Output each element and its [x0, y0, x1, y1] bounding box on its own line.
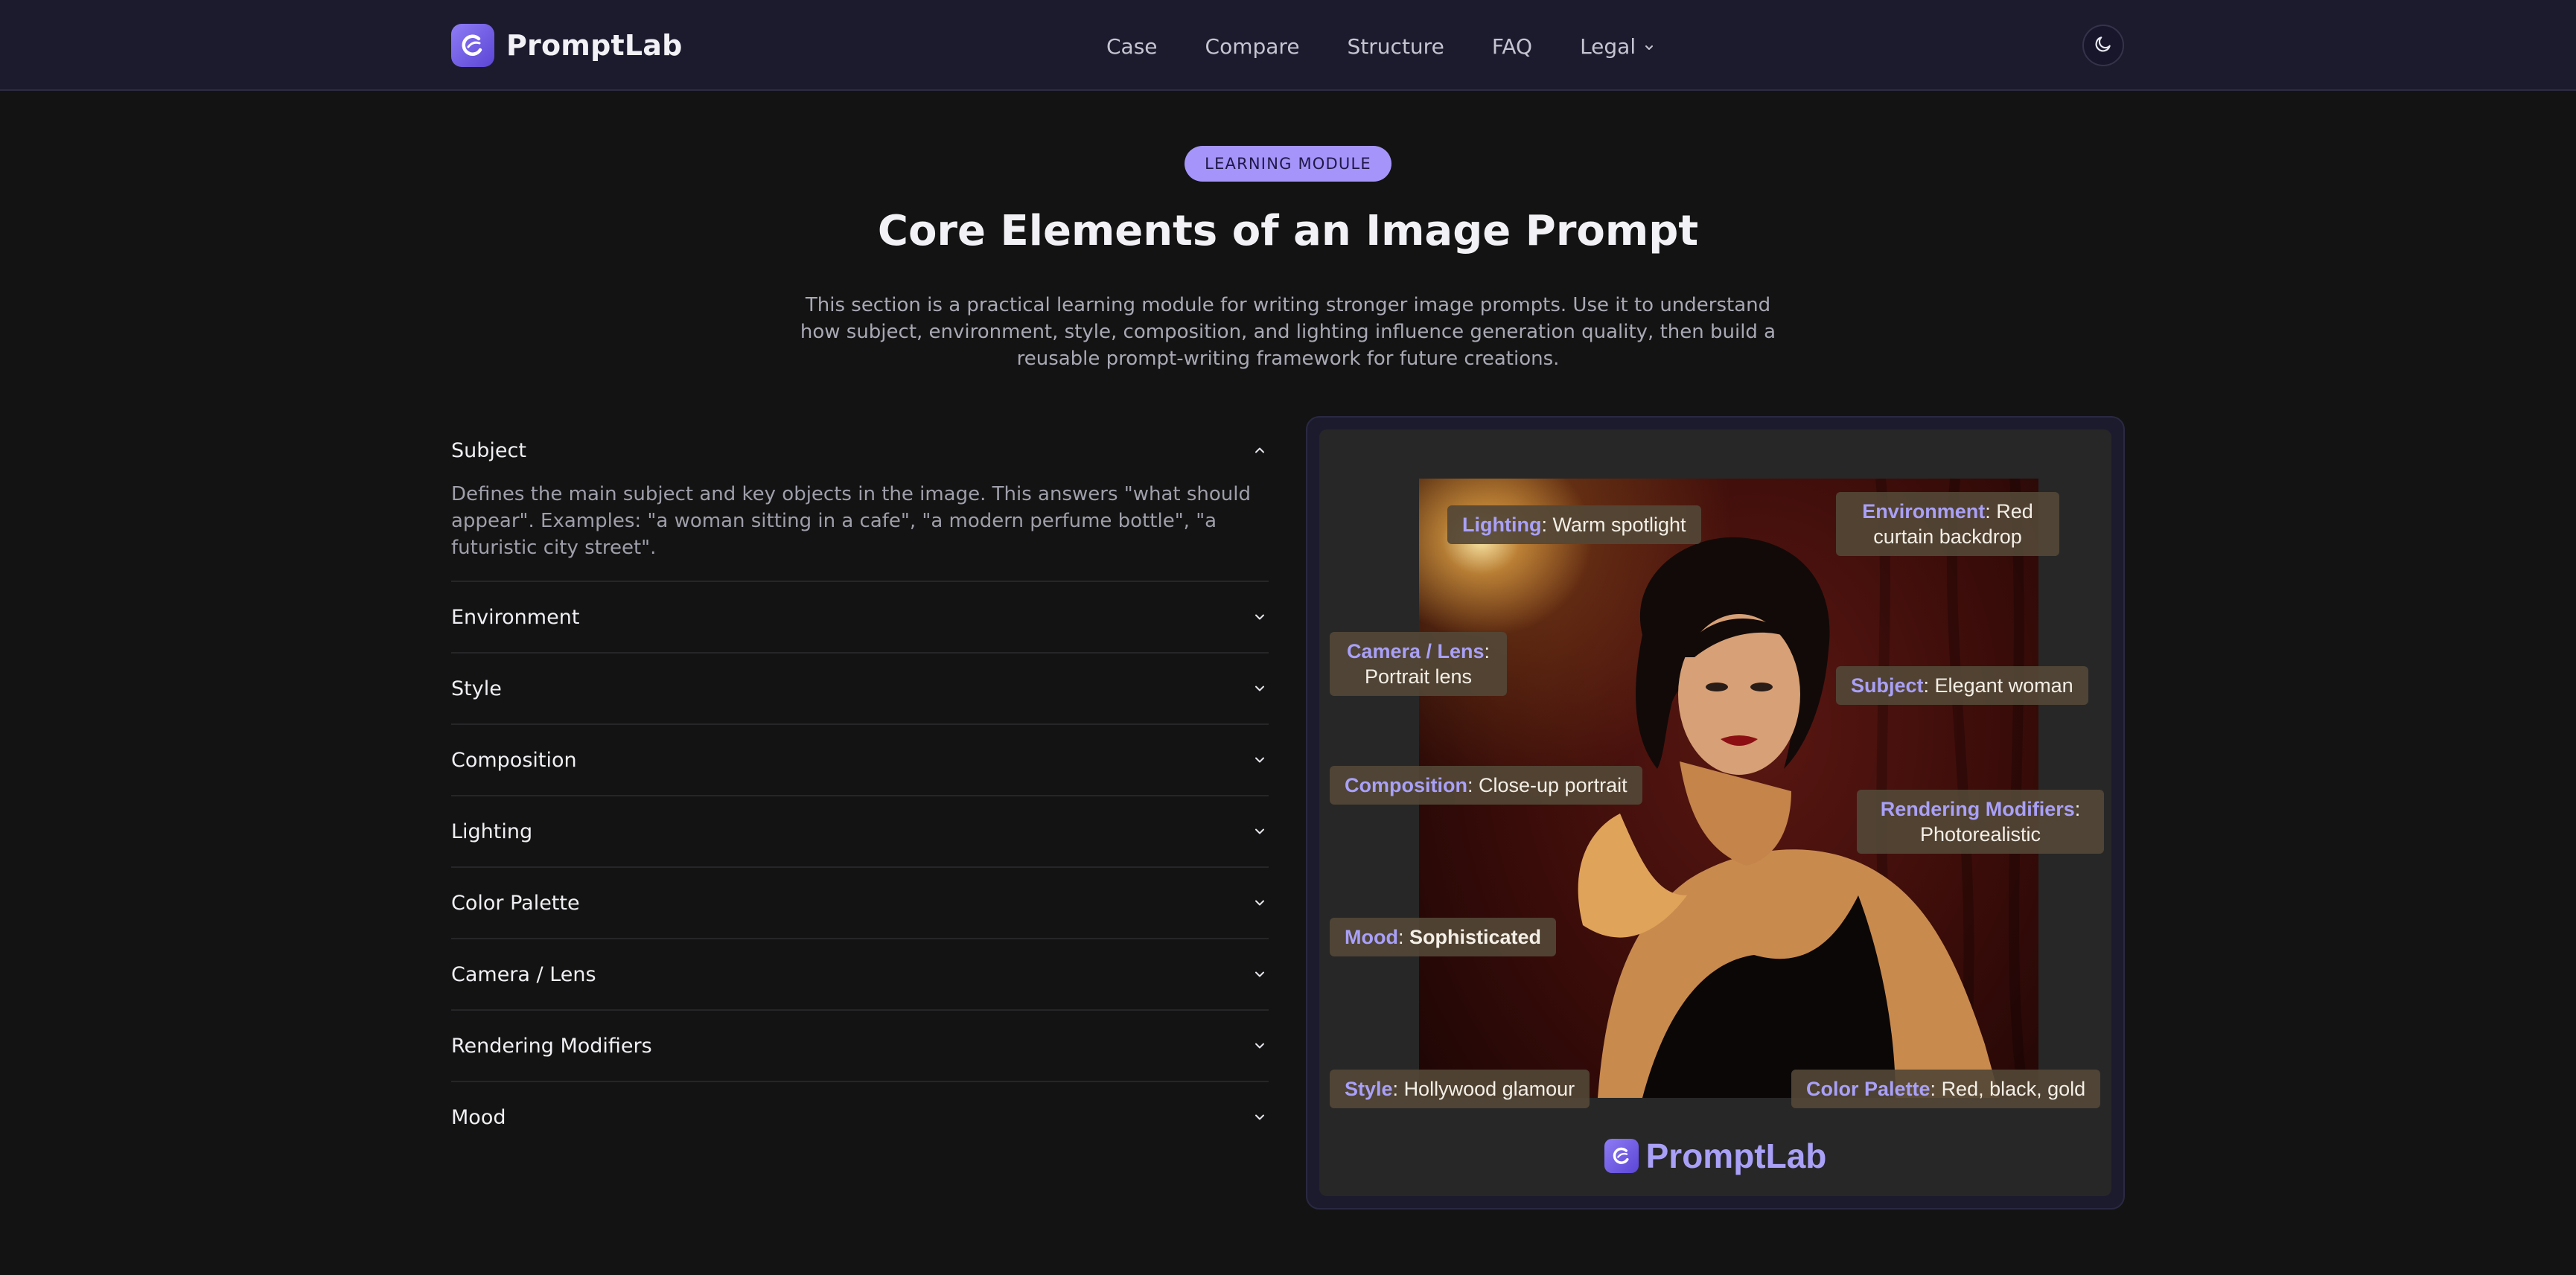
accordion-item-composition: Composition [451, 725, 1269, 796]
watermark-logo: PromptLab [1319, 1134, 2111, 1178]
accordion-title: Camera / Lens [451, 962, 596, 986]
accordion-header-color-palette[interactable]: Color Palette [451, 868, 1269, 938]
top-navbar: PromptLab Case Compare Structure FAQ Leg… [0, 0, 2576, 91]
tag-value: Hollywood glamour [1403, 1078, 1575, 1100]
chevron-down-icon [1251, 1108, 1269, 1126]
accordion-title: Composition [451, 748, 577, 772]
chevron-down-icon [1251, 1037, 1269, 1055]
tag-key: Composition [1345, 774, 1467, 796]
tag-color-palette: Color Palette: Red, black, gold [1791, 1070, 2101, 1108]
annotated-image-canvas: Lighting: Warm spotlight Environment: Re… [1319, 429, 2111, 1196]
tag-value: Red [1996, 500, 2033, 523]
accordion-title: Rendering Modifiers [451, 1034, 652, 1058]
accordion-body-subject: Defines the main subject and key objects… [451, 483, 1251, 559]
chevron-down-icon [1251, 751, 1269, 769]
moon-icon [2094, 34, 2113, 57]
prompt-elements-accordion: Subject Defines the main subject and key… [451, 417, 1269, 1152]
accordion-title: Mood [451, 1105, 506, 1129]
chevron-down-icon [1643, 34, 1655, 59]
tag-environment: Environment: Red curtain backdrop [1836, 492, 2059, 556]
accordion-title: Subject [451, 438, 526, 462]
main-nav: Case Compare Structure FAQ Legal [1106, 30, 1655, 63]
accordion-item-rendering-modifiers: Rendering Modifiers [451, 1011, 1269, 1082]
nav-link-legal-dropdown[interactable]: Legal [1580, 34, 1655, 59]
chevron-up-icon [1251, 441, 1269, 459]
promptlab-logo-icon [1604, 1139, 1639, 1173]
accordion-title: Style [451, 677, 502, 700]
tag-value: curtain backdrop [1873, 525, 2022, 548]
accordion-item-camera-lens: Camera / Lens [451, 939, 1269, 1011]
tag-key: Color Palette [1806, 1078, 1931, 1100]
accordion-item-color-palette: Color Palette [451, 868, 1269, 939]
promptlab-logo-icon [451, 24, 494, 67]
accordion-header-mood[interactable]: Mood [451, 1082, 1269, 1152]
accordion-item-mood: Mood [451, 1082, 1269, 1152]
accordion-item-lighting: Lighting [451, 796, 1269, 868]
chevron-down-icon [1251, 894, 1269, 912]
tag-key: Style [1345, 1078, 1393, 1100]
nav-link-faq[interactable]: FAQ [1492, 34, 1532, 59]
watermark-text: PromptLab [1645, 1137, 1827, 1175]
annotated-preview-panel: Lighting: Warm spotlight Environment: Re… [1306, 416, 2125, 1210]
tag-subject: Subject: Elegant woman [1836, 666, 2088, 705]
nav-link-compare[interactable]: Compare [1205, 34, 1300, 59]
tag-composition: Composition: Close-up portrait [1330, 766, 1642, 805]
nav-link-legal-label: Legal [1580, 33, 1636, 59]
accordion-item-subject: Subject Defines the main subject and key… [451, 417, 1269, 582]
chevron-down-icon [1251, 608, 1269, 626]
accordion-title: Environment [451, 605, 580, 629]
tag-key: Mood [1345, 926, 1398, 948]
tag-camera-lens: Camera / Lens: Portrait lens [1330, 632, 1507, 696]
accordion-header-subject[interactable]: Subject [451, 417, 1269, 484]
tag-key: Rendering Modifiers [1880, 798, 2075, 820]
tag-value: Red, black, gold [1941, 1078, 2086, 1100]
nav-link-structure[interactable]: Structure [1348, 34, 1444, 59]
tag-key: Environment [1862, 500, 1986, 523]
tag-value: Photorealistic [1919, 823, 2041, 846]
page-title: Core Elements of an Image Prompt [877, 207, 1699, 255]
accordion-title: Color Palette [451, 891, 580, 915]
accordion-header-lighting[interactable]: Lighting [451, 796, 1269, 866]
accordion-header-rendering-modifiers[interactable]: Rendering Modifiers [451, 1011, 1269, 1081]
chevron-down-icon [1251, 822, 1269, 840]
tag-key: Lighting [1462, 514, 1542, 536]
tag-lighting: Lighting: Warm spotlight [1447, 505, 1701, 544]
tag-rendering-modifiers: Rendering Modifiers: Photorealistic [1857, 790, 2104, 854]
accordion-header-camera-lens[interactable]: Camera / Lens [451, 939, 1269, 1009]
tag-value: Close-up portrait [1479, 774, 1627, 796]
accordion-header-composition[interactable]: Composition [451, 725, 1269, 795]
accordion-title: Lighting [451, 819, 533, 843]
tag-mood: Mood: Sophisticated [1330, 918, 1557, 956]
theme-toggle-button[interactable] [2082, 25, 2124, 66]
accordion-header-environment[interactable]: Environment [451, 582, 1269, 652]
page-intro: This section is a practical learning mod… [800, 294, 1776, 370]
tag-value: Elegant woman [1934, 674, 2073, 697]
nav-link-case[interactable]: Case [1106, 34, 1158, 59]
tag-value: Warm spotlight [1552, 514, 1686, 536]
brand-name: PromptLab [506, 29, 683, 62]
tag-key: Subject [1851, 674, 1924, 697]
chevron-down-icon [1251, 680, 1269, 697]
accordion-header-style[interactable]: Style [451, 654, 1269, 723]
accordion-item-environment: Environment [451, 582, 1269, 654]
tag-key: Camera / Lens [1346, 640, 1485, 662]
chevron-down-icon [1251, 965, 1269, 983]
tag-style: Style: Hollywood glamour [1330, 1070, 1590, 1108]
tag-value: Portrait lens [1364, 665, 1473, 688]
learning-module-badge: LEARNING MODULE [1185, 146, 1391, 182]
brand-logo[interactable]: PromptLab [451, 22, 683, 68]
accordion-item-style: Style [451, 654, 1269, 725]
tag-value: Sophisticated [1409, 926, 1542, 948]
